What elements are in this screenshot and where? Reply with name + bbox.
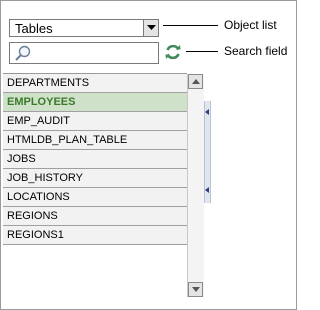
search-field-callout-line — [186, 51, 218, 52]
list-item-jobs[interactable]: JOBS — [3, 150, 187, 169]
search-input[interactable] — [34, 45, 154, 61]
pane-splitter[interactable] — [204, 101, 211, 203]
list-item-regions[interactable]: REGIONS — [3, 207, 187, 226]
list-item-locations[interactable]: LOCATIONS — [3, 188, 187, 207]
list-item-htmldb-plan-table[interactable]: HTMLDB_PLAN_TABLE — [3, 131, 187, 150]
object-list: DEPARTMENTS EMPLOYEES EMP_AUDIT HTMLDB_P… — [3, 73, 187, 298]
collapse-arrow-icon — [205, 109, 209, 115]
object-list-callout: Object list — [224, 18, 277, 32]
list-item-emp-audit[interactable]: EMP_AUDIT — [3, 112, 187, 131]
scroll-up-button[interactable] — [188, 74, 203, 89]
collapse-arrow-icon — [205, 187, 209, 193]
object-list-select[interactable]: Tables — [9, 19, 159, 37]
scroll-down-button[interactable] — [188, 282, 203, 297]
list-item-regions1[interactable]: REGIONS1 — [3, 226, 187, 245]
list-item-employees[interactable]: EMPLOYEES — [3, 93, 187, 112]
list-scrollbar[interactable] — [187, 74, 204, 297]
object-list-callout-line — [163, 25, 218, 26]
object-list-value: Tables — [15, 21, 53, 36]
object-browser-panel: Tables Object list Search field DEPARTME… — [0, 0, 297, 310]
chevron-down-icon — [192, 287, 200, 292]
search-icon — [14, 45, 32, 66]
dropdown-button[interactable] — [143, 20, 158, 36]
list-item-job-history[interactable]: JOB_HISTORY — [3, 169, 187, 188]
list-item-departments[interactable]: DEPARTMENTS — [3, 74, 187, 93]
refresh-icon[interactable] — [164, 43, 182, 64]
chevron-down-icon — [147, 25, 156, 30]
search-field-callout: Search field — [224, 44, 288, 58]
chevron-up-icon — [192, 79, 200, 84]
search-field[interactable] — [9, 42, 159, 64]
